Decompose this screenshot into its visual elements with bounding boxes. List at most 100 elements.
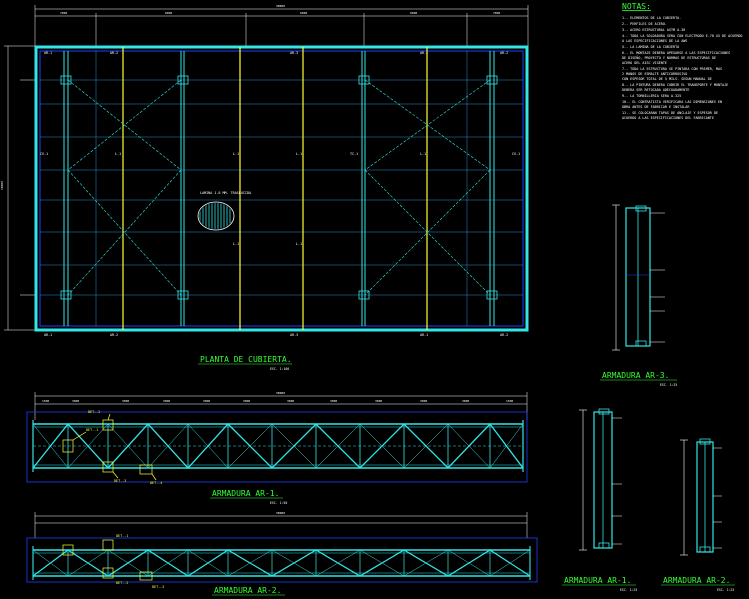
section-ar2-title: ARMADURA AR-2. xyxy=(663,576,730,585)
yellow-lines xyxy=(122,47,428,330)
truss2-detail-callouts xyxy=(62,539,153,581)
plan-bay-dim: 7000 xyxy=(493,11,500,15)
svg-text:DET.-2: DET.-2 xyxy=(88,410,100,414)
svg-text:DET.-3: DET.-3 xyxy=(152,585,164,589)
section-ar1-scale: ESC. 1:25 xyxy=(620,588,637,592)
section-ar2: ARMADURA AR-2. ESC. 1:25 xyxy=(661,438,735,592)
plan-tag: AR-1 xyxy=(44,333,52,337)
svg-text:3000: 3000 xyxy=(287,399,294,403)
svg-text:1500: 1500 xyxy=(506,399,513,403)
bracing-left xyxy=(67,79,182,296)
purlins xyxy=(40,79,523,296)
section-ar1-title: ARMADURA AR-1. xyxy=(564,576,631,585)
truss1-overall-dim: 38000 xyxy=(276,391,285,395)
plan-bay-dim: 6000 xyxy=(165,11,172,15)
note-line: 4.- TODA LA SOLDADURA SERA CON ELECTRODO… xyxy=(622,34,742,38)
svg-text:3000: 3000 xyxy=(163,399,170,403)
note-line: ACUERDO A LAS ESPECIFICACIONES DEL FABRI… xyxy=(622,116,714,120)
note-line: 7.- TODA LA ESTRUCTURA SE PINTARA CON PR… xyxy=(622,67,722,71)
truss2-overall-dim: 38000 xyxy=(276,511,285,515)
truss1-scale: ESC. 1:50 xyxy=(270,501,287,505)
note-line: OBRA ANTES DE FABRICAR E INSTALAR xyxy=(622,105,690,109)
svg-text:3000: 3000 xyxy=(203,399,210,403)
plan-tag: AR-1 xyxy=(420,333,428,337)
roof-plan: 38000 7000 6000 6000 6000 7000 18000 LAM… xyxy=(0,4,529,371)
truss2-detail-labels: DET.-1 DET.-2 DET.-3 xyxy=(116,534,164,589)
skylight-opening: LAMINA 1.0 MM. TRASLUCIDA xyxy=(197,191,251,231)
plan-tag: L-1 xyxy=(233,242,239,246)
svg-text:3000: 3000 xyxy=(375,399,382,403)
plan-title: PLANTA DE CUBIERTA. xyxy=(200,355,292,364)
note-line: 11.- SE COLOCARAN TAPAS DE ANCLAJE Y ESP… xyxy=(622,111,718,115)
svg-text:DET.-1: DET.-1 xyxy=(116,534,128,538)
section-ar3: ARMADURA AR-3. ESC. 1:25 xyxy=(600,204,677,387)
svg-text:3000: 3000 xyxy=(420,399,427,403)
plan-tag: AR-2 xyxy=(500,333,508,337)
truss-ar1-elevation: 38000 1500 3000 3000 3000 3000 3000 3000… xyxy=(26,391,528,505)
truss-ar2-elevation: 38000 DET.-1 DET.-2 DET.-3 ARMADURA AR-2… xyxy=(26,511,538,596)
section-ar3-scale: ESC. 1:25 xyxy=(660,383,677,387)
note-line: 1.- ELEMENTOS DE LA CUBIERTA. xyxy=(622,16,681,20)
svg-text:DET.-4: DET.-4 xyxy=(150,481,162,485)
svg-text:DET.-2: DET.-2 xyxy=(116,581,128,585)
plan-tags: AR-1 AR-2 AR-3 AR-1 AR-2 AR-1 AR-2 AR-3 … xyxy=(40,51,520,337)
plan-bay-dim: 6000 xyxy=(300,11,307,15)
svg-text:3000: 3000 xyxy=(330,399,337,403)
plan-overall-dim: 38000 xyxy=(276,4,285,8)
intermediate-lines xyxy=(95,51,468,326)
note-line: 9.- LA TORNILLERIA SERA A-325 xyxy=(622,94,681,98)
note-line: 5.- LA LAMINA DE LA CUBIERTA xyxy=(622,45,679,49)
plan-tag: L-1 xyxy=(296,242,302,246)
plan-tag: CV-1 xyxy=(40,152,48,156)
note-line: DEBERA SER RETOCADA ADECUADAMENTE xyxy=(622,88,689,92)
note-line: 3.- ACERO ESTRUCTURAL ASTM A-36 xyxy=(622,28,685,32)
svg-text:DET.-3: DET.-3 xyxy=(114,479,126,483)
truss2-title: ARMADURA AR-2. xyxy=(214,586,281,595)
plan-tag: L-1 xyxy=(420,152,426,156)
plan-bay-dim: 7000 xyxy=(60,11,67,15)
plan-tag: AR-3 xyxy=(290,51,298,55)
note-line: ACERO DEL AISC VIGENTE xyxy=(622,61,667,65)
plan-tag: TC-1 xyxy=(350,152,358,156)
plan-tag: AR-1 xyxy=(420,51,428,55)
plan-tag: L-1 xyxy=(115,152,121,156)
truss1-title: ARMADURA AR-1. xyxy=(212,489,279,498)
roof-outline xyxy=(34,45,529,332)
plan-tag: AR-2 xyxy=(500,51,508,55)
support-plates xyxy=(60,75,498,300)
notes-lines: 1.- ELEMENTOS DE LA CUBIERTA. 2.- PERFIL… xyxy=(622,16,742,120)
plan-tag: L-1 xyxy=(233,152,239,156)
truss-lines xyxy=(63,51,495,326)
skylight-label: LAMINA 1.0 MM. TRASLUCIDA xyxy=(200,191,251,195)
note-line: A LAS ESPECIFICACIONES DE LA AWS xyxy=(622,39,687,43)
plan-tag: L-1 xyxy=(296,152,302,156)
note-line: 2 MANOS DE ESMALTE ANTICORROSIVO xyxy=(622,72,687,76)
section-ar2-scale: ESC. 1:25 xyxy=(717,588,734,592)
plan-tag: AR-2 xyxy=(110,333,118,337)
svg-text:3000: 3000 xyxy=(122,399,129,403)
plan-tag: AR-3 xyxy=(290,333,298,337)
plan-side-dim: 18000 xyxy=(0,181,4,190)
plan-bay-dim: 6000 xyxy=(410,11,417,15)
truss1-bay-dims: 1500 3000 3000 3000 3000 3000 3000 3000 … xyxy=(42,399,513,403)
plan-tag: CV-1 xyxy=(512,152,520,156)
plan-scale: ESC. 1:100 xyxy=(270,367,289,371)
note-line: 6.- EL MONTAJE DEBERA APEGARSE A LAS ESP… xyxy=(622,51,730,55)
section-ar3-title: ARMADURA AR-3. xyxy=(602,371,669,380)
svg-text:DET.-1: DET.-1 xyxy=(86,428,98,432)
note-line: DE DISEÑO, PROYECTO Y NORMAS DE ESTRUCTU… xyxy=(622,55,716,60)
svg-text:3000: 3000 xyxy=(243,399,250,403)
notes-title: NOTAS: xyxy=(622,2,651,11)
svg-text:3000: 3000 xyxy=(72,399,79,403)
note-line: 8.- LA PINTURA DEBERA CUBRIR EL TRANSPOR… xyxy=(622,83,728,87)
plan-tag: AR-1 xyxy=(44,51,52,55)
note-line: CON ESPESOR TOTAL DE 5 MILS. SEGUN MANUA… xyxy=(622,77,712,81)
svg-text:3000: 3000 xyxy=(462,399,469,403)
notes-block: NOTAS: 1.- ELEMENTOS DE LA CUBIERTA. 2.-… xyxy=(622,2,742,120)
plan-tag: AR-2 xyxy=(110,51,118,55)
plan-dimension-lines xyxy=(4,5,529,331)
svg-text:1500: 1500 xyxy=(42,399,49,403)
roof-inner-frame xyxy=(39,50,524,327)
note-line: 2.- PERFILES DE ACERO. xyxy=(622,22,667,26)
note-line: 10.- EL CONTRATISTA VERIFICARA LAS DIMEN… xyxy=(622,100,722,104)
